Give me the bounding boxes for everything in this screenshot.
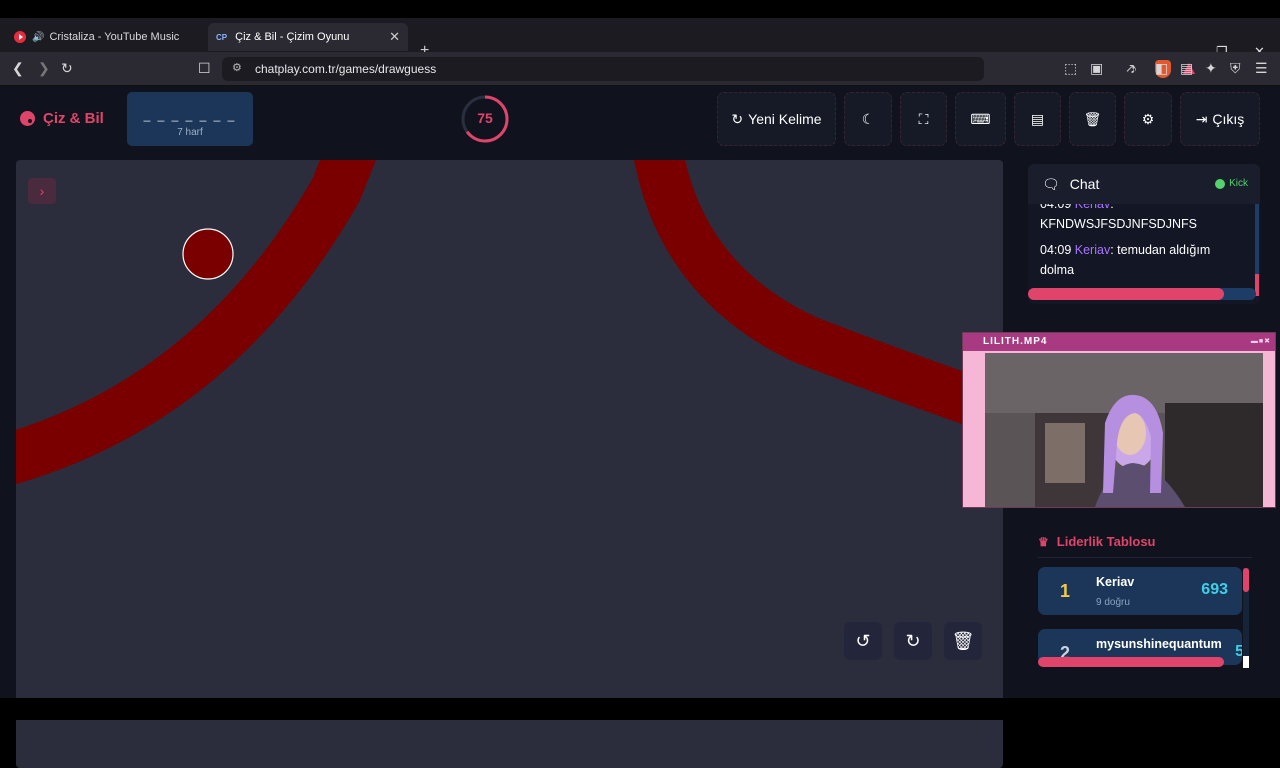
status-dot [1215, 178, 1226, 189]
refresh-icon: ↻ [731, 110, 744, 127]
fullscreen-button[interactable]: ⛶ [900, 92, 947, 146]
leo-ai-icon[interactable]: ✦ [1205, 60, 1217, 76]
message-user[interactable]: Keriav [1075, 243, 1110, 257]
tab-title: Çiz & Bil - Çizim Oyunu [235, 31, 350, 43]
redo-button[interactable]: ↻ [894, 622, 932, 660]
screen-bottom-border [0, 698, 1280, 720]
sidebar-icon[interactable]: ◧ [1155, 60, 1168, 76]
word-hint-box: _ _ _ _ _ _ _ 7 harf [127, 92, 253, 146]
new-word-button[interactable]: ↻ Yeni Kelime [717, 92, 836, 146]
dark-mode-button[interactable]: ☾ [844, 92, 892, 146]
brush-stroke [16, 160, 377, 485]
leaderboard-entry: 1 Keriav 9 doğru 693 [1038, 567, 1242, 615]
address-bar[interactable]: ⚙ chatplay.com.tr/games/drawguess ↗ [222, 57, 1195, 81]
status-label: Kick [1229, 178, 1248, 189]
drawing-canvas[interactable]: › ↺ ↻ 🗑 [16, 160, 1003, 768]
toolbox-toggle-button[interactable]: › [28, 178, 56, 204]
wallet-icon[interactable]: ▤ [1180, 60, 1193, 76]
close-tab-icon[interactable]: ✕ [389, 29, 400, 45]
scrollbar-end [1243, 656, 1249, 668]
speaker-icon[interactable]: 🔊 [32, 32, 44, 43]
chat-scroll-thumb[interactable] [1028, 288, 1225, 300]
timer-value: 75 [477, 110, 493, 126]
tab-title: Cristaliza - YouTube Music [49, 31, 180, 43]
chat-message: 04:09 Keriav: temudan aldığım dolma [1040, 243, 1211, 277]
overlay-window-buttons[interactable]: ▬■✖ [1251, 337, 1271, 345]
new-word-label: Yeni Kelime [748, 111, 822, 127]
exit-icon: ⇥ [1195, 110, 1208, 127]
gear-icon: ⚙ [1141, 110, 1155, 127]
leaderboard-horizontal-scrollbar[interactable] [1038, 657, 1224, 667]
brand-name: Çiz & Bil [43, 110, 104, 127]
extensions-icon[interactable]: ⬚ [1064, 60, 1077, 76]
site-info-icon[interactable]: ⚙ [232, 61, 242, 74]
clear-canvas-button[interactable]: 🗑 [944, 622, 982, 660]
vpn-icon[interactable]: ⛨ [1230, 60, 1241, 76]
delete-button[interactable]: 🗑 [1069, 92, 1116, 146]
chat-title: Chat [1069, 176, 1100, 192]
browser-toolbar: ❮ ❯ ↻ ☐ ⚙ chatplay.com.tr/games/drawgues… [0, 52, 1280, 86]
undo-icon: ↺ [855, 630, 871, 651]
chevron-right-icon: › [39, 183, 45, 199]
webcam-scene [985, 353, 1263, 507]
moon-icon: ☾ [861, 110, 875, 127]
leaderboard-scrollbar-thumb[interactable] [1243, 568, 1249, 592]
back-icon[interactable]: ❮ [12, 60, 24, 76]
brand-logo[interactable]: Çiz & Bil [20, 110, 104, 127]
reload-icon[interactable]: ↻ [61, 60, 73, 76]
trash-icon: 🗑 [951, 630, 975, 651]
exit-button[interactable]: ⇥ Çıkış [1180, 92, 1260, 146]
chatplay-favicon: CP [216, 32, 228, 42]
crown-icon: ♛ [1038, 534, 1049, 549]
brush-stroke [634, 160, 1003, 439]
entry-score: 693 [1201, 581, 1228, 598]
brush-cursor [182, 228, 234, 280]
word-length: 7 harf [177, 127, 203, 138]
archive-button[interactable]: ▤ [1014, 92, 1061, 146]
entry-rank: 1 [1060, 581, 1071, 601]
message-time: 04:09 [1040, 243, 1072, 257]
redo-icon: ↻ [905, 630, 921, 651]
overlay-title: LILITH.MP4 [963, 333, 1275, 351]
keyboard-icon: ⌨ [970, 110, 991, 127]
palette-icon [20, 111, 35, 126]
url-text: chatplay.com.tr/games/drawguess [255, 62, 437, 76]
leaderboard-title: ♛ Liderlik Tablosu [1038, 534, 1155, 549]
forward-icon[interactable]: ❯ [38, 60, 50, 76]
settings-button[interactable]: ⚙ [1124, 92, 1172, 146]
leaderboard-title-text: Liderlik Tablosu [1056, 534, 1156, 549]
screen-top-border [0, 0, 1280, 18]
message-text: KFNDWSJFSDJNFSDJNFS [1040, 217, 1197, 231]
exit-label: Çıkış [1212, 111, 1245, 127]
keyboard-button[interactable]: ⌨ [955, 92, 1006, 146]
chat-header: 🗨 Chat Kick [1028, 164, 1260, 204]
word-mask: _ _ _ _ _ _ _ [143, 108, 237, 122]
entry-detail: 9 doğru [1096, 597, 1130, 608]
tab-drawguess[interactable]: CP Çiz & Bil - Çizim Oyunu ✕ [208, 23, 408, 51]
undo-button[interactable]: ↺ [844, 622, 882, 660]
fullscreen-icon: ⛶ [918, 110, 929, 127]
webcam-overlay[interactable]: LILITH.MP4 ▬■✖ [962, 332, 1276, 508]
screenshot-icon[interactable]: ▣ [1090, 60, 1103, 76]
entry-name: mysunshinequantum [1096, 637, 1222, 651]
tab-youtube-music[interactable]: 🔊 Cristaliza - YouTube Music [6, 23, 202, 51]
archive-icon: ▤ [1030, 110, 1045, 127]
menu-icon[interactable]: ☰ [1255, 60, 1268, 76]
entry-score: 5 [1235, 643, 1242, 660]
trash-icon: 🗑 [1083, 110, 1102, 127]
bookmark-icon[interactable]: ☐ [198, 60, 211, 76]
youtube-music-icon [14, 31, 26, 43]
chat-panel: 04:09 Keriav: KFNDWSJFSDJNFSDJNFS 04:09 … [1028, 164, 1260, 304]
comments-icon: 🗨 [1042, 175, 1060, 192]
kick-status: Kick [1215, 178, 1248, 189]
round-timer: 75 [460, 94, 510, 144]
drawing-strokes [16, 160, 1003, 485]
music-icon[interactable]: ♪ [1130, 60, 1137, 76]
browser-tab-bar: 🔊 Cristaliza - YouTube Music CP Çiz & Bi… [0, 18, 1280, 59]
divider [1038, 557, 1252, 558]
webcam-video [985, 353, 1263, 507]
entry-name: Keriav [1096, 575, 1135, 589]
chat-horizontal-scrollbar[interactable] [1028, 288, 1256, 300]
